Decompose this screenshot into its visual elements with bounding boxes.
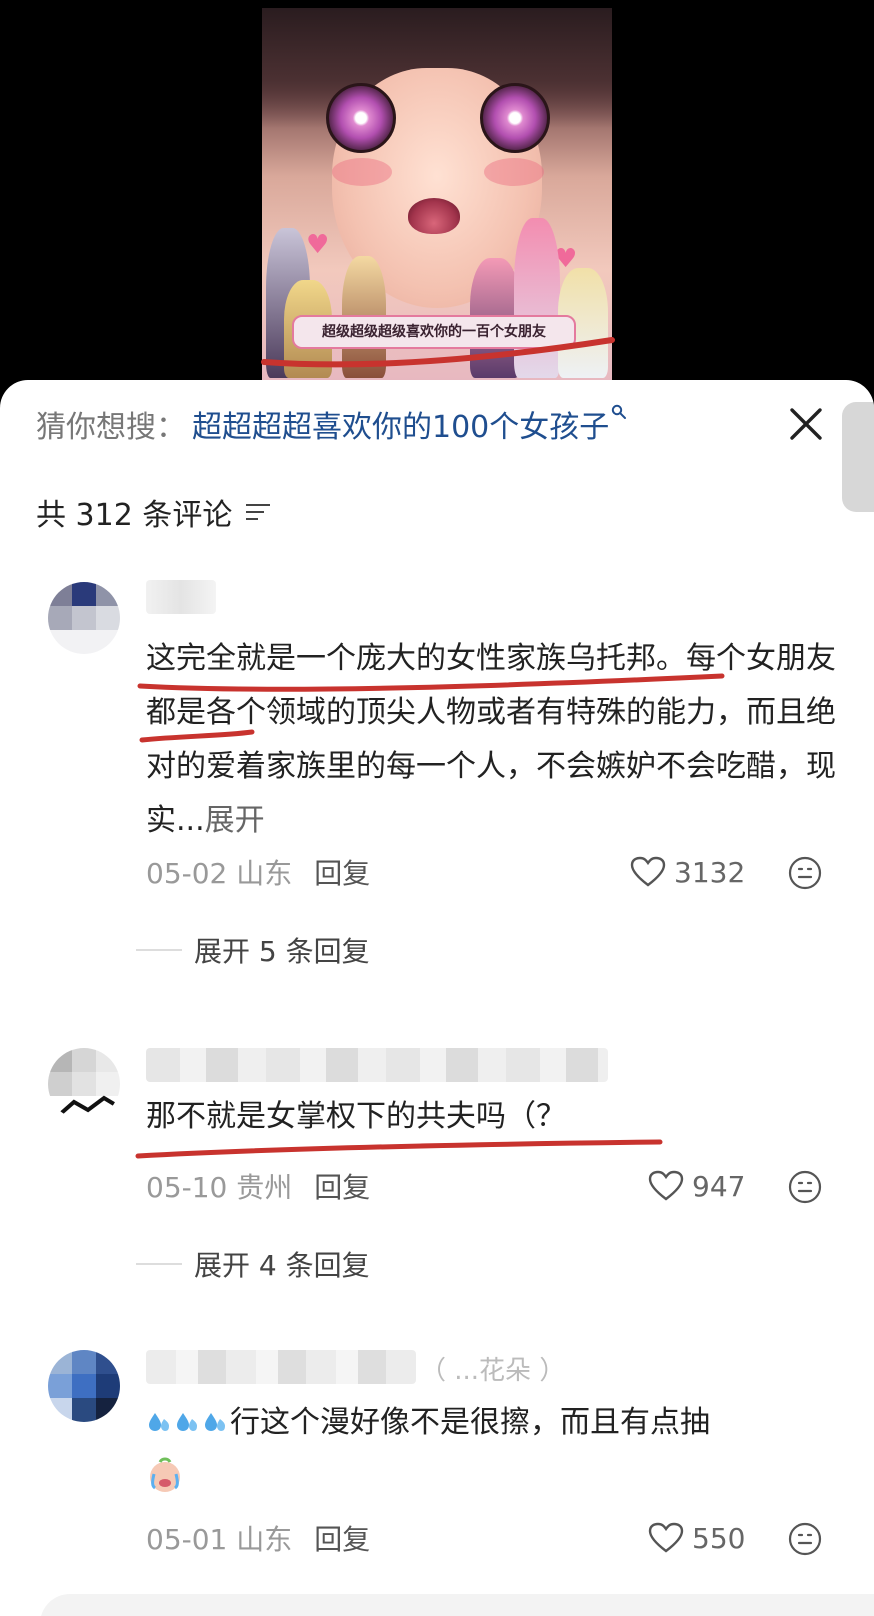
sort-icon[interactable] [246,501,272,523]
username-blurred[interactable] [146,580,216,614]
reply-button[interactable]: 回复 [314,852,370,892]
comment-sheet: 猜你想搜： 超超超超喜欢你的100个女孩子 共 312 条评论 这完全就是一个庞 [0,380,874,1616]
comment-date-location: 05-01 山东 [146,1523,293,1556]
heart-icon [648,1522,684,1553]
anime-eye-right [480,83,550,153]
comment-date-location: 05-10 贵州 [146,1171,293,1204]
username-blurred[interactable] [146,1350,416,1384]
comment-text: 行这个漫好像不是很擦，而且有点抽 [146,1396,836,1504]
heart-icon [630,856,666,887]
comment-text-body: 行这个漫好像不是很擦，而且有点抽 [230,1405,710,1440]
username-blurred[interactable] [146,1048,608,1082]
comment-meta: 05-10 贵州 回复 [146,1166,370,1206]
video-area[interactable]: ♥ ♥ 超级超级超级喜欢你的一百个女朋友 [0,0,874,390]
bottom-input-bar[interactable] [40,1594,874,1616]
anime-eye-left [326,83,396,153]
search-suggestion-prefix: 猜你想搜： [36,410,186,445]
divider-line [136,1263,182,1265]
close-icon [790,408,822,440]
expand-replies-label: 展开 4 条回复 [194,1249,370,1282]
close-button[interactable] [786,404,826,444]
like-button[interactable]: 3132 [630,852,745,892]
search-suggestion-link[interactable]: 超超超超喜欢你的100个女孩子 [192,402,609,446]
sweat-drop-icon [174,1405,202,1440]
like-count: 3132 [674,855,746,889]
comment-text: 这完全就是一个庞大的女性家族乌托邦。每个女朋友都是各个领域的顶尖人物或者有特殊的… [146,632,836,848]
emoji-icon[interactable] [788,856,822,890]
avatar[interactable] [48,1350,120,1422]
comment-meta: 05-01 山东 回复 [146,1518,370,1558]
video-thumbnail[interactable]: ♥ ♥ 超级超级超级喜欢你的一百个女朋友 [262,8,612,382]
comment-count: 共 312 条评论 [36,498,233,533]
expand-replies-button[interactable]: 展开 5 条回复 [136,930,370,970]
expand-replies-label: 展开 5 条回复 [194,935,370,968]
sweat-drop-icon [146,1405,174,1440]
crying-face-icon [146,1457,184,1494]
divider-line [136,949,182,951]
reply-button[interactable]: 回复 [314,1518,370,1558]
comment-text-body: 那不就是女掌权下的共夫吗（？ [146,1099,566,1134]
emoji-icon[interactable] [788,1170,822,1204]
like-button[interactable]: 947 [648,1166,745,1206]
like-button[interactable]: 550 [648,1518,745,1558]
reply-button[interactable]: 回复 [314,1166,370,1206]
search-icon [611,404,627,425]
side-panel-tab[interactable] [842,402,874,512]
emoji-icon[interactable] [788,1522,822,1556]
heart-icon [648,1170,684,1201]
search-suggestion[interactable]: 猜你想搜： 超超超超喜欢你的100个女孩子 [36,402,627,446]
comment-count-row: 共 312 条评论 [36,490,272,534]
like-count: 550 [692,1521,746,1555]
expand-replies-button[interactable]: 展开 4 条回复 [136,1244,370,1284]
expand-comment-link[interactable]: 展开 [205,803,265,838]
figure-5 [514,218,560,378]
avatar[interactable] [48,582,120,654]
comment-meta: 05-02 山东 回复 [146,852,370,892]
comment-date-location: 05-02 山东 [146,857,293,890]
username-suffix: （ ...花朵 ） [420,1356,566,1386]
like-count: 947 [692,1169,746,1203]
sweat-drop-icon [202,1405,230,1440]
comment-text: 那不就是女掌权下的共夫吗（？ [146,1090,836,1144]
video-subtitle: 超级超级超级喜欢你的一百个女朋友 [292,315,576,349]
avatar[interactable] [48,1048,120,1120]
